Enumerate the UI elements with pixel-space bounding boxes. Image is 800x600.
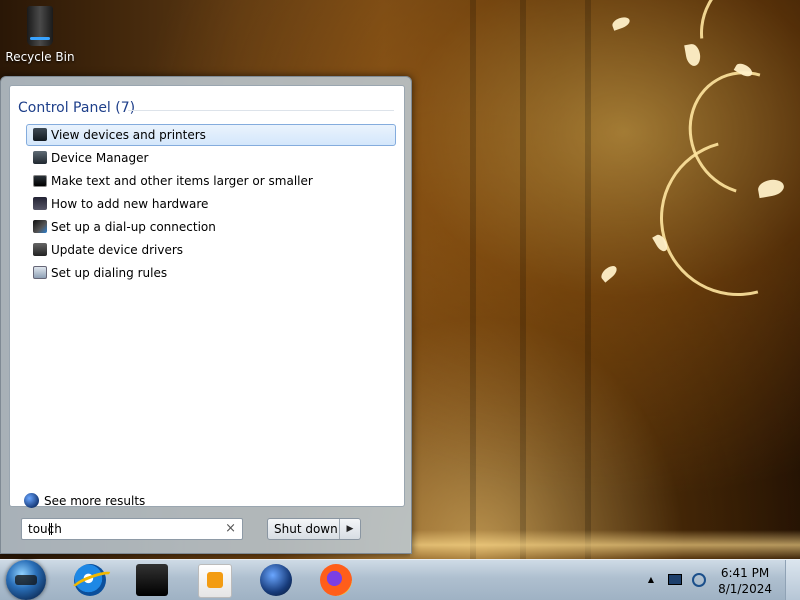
result-label: Make text and other items larger or smal… — [51, 174, 313, 188]
network-icon[interactable] — [692, 573, 706, 587]
result-label: How to add new hardware — [51, 197, 209, 211]
see-more-results-link[interactable]: See more results — [24, 492, 145, 510]
start-button[interactable] — [6, 560, 46, 600]
result-make-text-larger[interactable]: Make text and other items larger or smal… — [26, 170, 396, 192]
show-desktop-button[interactable] — [785, 560, 800, 600]
result-label: Update device drivers — [51, 243, 184, 257]
dialing-rules-icon — [33, 266, 47, 279]
desktop-icon-label: Recycle Bin — [5, 50, 75, 64]
shut-down-button[interactable]: Shut down ▶ — [267, 518, 361, 540]
internet-explorer-icon[interactable] — [74, 564, 106, 596]
display-icon — [33, 175, 47, 187]
show-hidden-icons-button[interactable]: ▲ — [648, 575, 654, 584]
text-cursor-icon — [49, 523, 52, 535]
search-input-value: touch — [28, 522, 62, 536]
result-view-devices-and-printers[interactable]: View devices and printers — [26, 124, 396, 146]
see-more-label: See more results — [44, 494, 146, 508]
driver-icon — [33, 243, 47, 256]
taskbar: ▲ 6:41 PM 8/1/2024 — [0, 559, 800, 600]
result-list: View devices and printers Device Manager… — [26, 124, 396, 285]
clear-search-icon[interactable]: × — [225, 521, 236, 536]
shut-down-options-arrow-icon[interactable]: ▶ — [339, 519, 360, 539]
clock-date: 8/1/2024 — [718, 582, 772, 596]
recycle-bin-icon — [27, 6, 53, 46]
result-update-device-drivers[interactable]: Update device drivers — [26, 239, 396, 261]
result-dialing-rules[interactable]: Set up dialing rules — [26, 262, 396, 284]
result-label: View devices and printers — [51, 128, 206, 142]
result-device-manager[interactable]: Device Manager — [26, 147, 396, 169]
shut-down-label: Shut down — [274, 522, 338, 536]
action-center-icon[interactable] — [668, 574, 682, 585]
clock[interactable]: 6:41 PM 8/1/2024 — [718, 565, 772, 597]
network-globe-icon[interactable] — [260, 564, 292, 596]
start-menu: Control Panel (7) View devices and print… — [0, 76, 412, 554]
devices-printers-icon[interactable] — [136, 564, 168, 596]
hardware-icon — [33, 197, 47, 210]
firefox-icon[interactable] — [320, 564, 352, 596]
result-label: Set up a dial-up connection — [51, 220, 216, 234]
result-label: Set up dialing rules — [51, 266, 168, 280]
printer-icon — [33, 128, 47, 141]
results-group-title: Control Panel (7) — [18, 100, 136, 116]
media-player-icon[interactable] — [198, 564, 232, 598]
clock-time: 6:41 PM — [720, 566, 770, 580]
search-results-pane: Control Panel (7) View devices and print… — [9, 85, 405, 510]
dialup-icon — [33, 220, 47, 233]
result-label: Device Manager — [51, 151, 149, 165]
search-input[interactable]: touch × — [21, 518, 243, 540]
device-manager-icon — [33, 151, 47, 164]
result-dial-up-connection[interactable]: Set up a dial-up connection — [26, 216, 396, 238]
desktop-icon-recycle-bin[interactable]: Recycle Bin — [4, 6, 76, 64]
group-divider — [128, 110, 394, 111]
result-add-new-hardware[interactable]: How to add new hardware — [26, 193, 396, 215]
globe-icon — [24, 493, 39, 508]
